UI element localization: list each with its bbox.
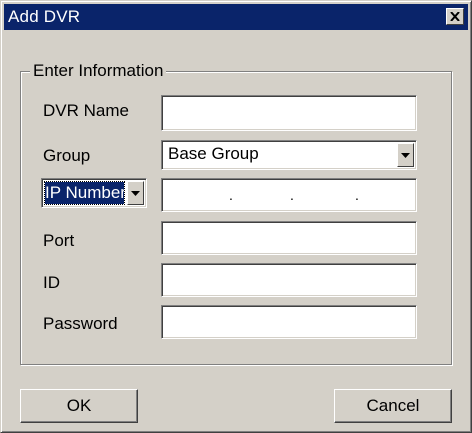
port-field[interactable] [161,221,417,255]
ip-separator: . [229,187,233,203]
cancel-button[interactable]: Cancel [334,389,452,423]
password-field[interactable] [161,305,417,339]
address-type-select[interactable]: IP Number [41,178,147,208]
password-label: Password [43,314,118,333]
group-legend: Enter Information [30,61,167,81]
close-icon [450,12,460,21]
ip-separator: . [290,187,294,203]
dvr-name-label: DVR Name [43,101,129,120]
group-select[interactable]: Base Group [161,140,417,170]
address-type-value: IP Number [44,181,125,205]
chevron-down-icon [401,152,410,158]
ok-button[interactable]: OK [20,389,138,423]
chevron-down-icon [131,190,140,196]
group-dropdown-button[interactable] [397,143,414,167]
dvr-name-field[interactable] [161,95,417,131]
ok-button-label: OK [66,396,92,415]
window-title: Add DVR [8,7,81,26]
cancel-button-label: Cancel [366,396,420,415]
port-label: Port [43,231,75,250]
group-label: Group [43,146,91,165]
id-label: ID [43,273,60,292]
group-select-value: Base Group [168,144,259,163]
title-bar[interactable]: Add DVR [4,4,468,30]
id-field[interactable] [161,263,417,297]
ip-address-field[interactable]: . . . [161,178,417,212]
ip-separator: . [355,187,359,203]
address-type-dropdown-button[interactable] [127,181,144,205]
close-button[interactable] [446,8,464,25]
